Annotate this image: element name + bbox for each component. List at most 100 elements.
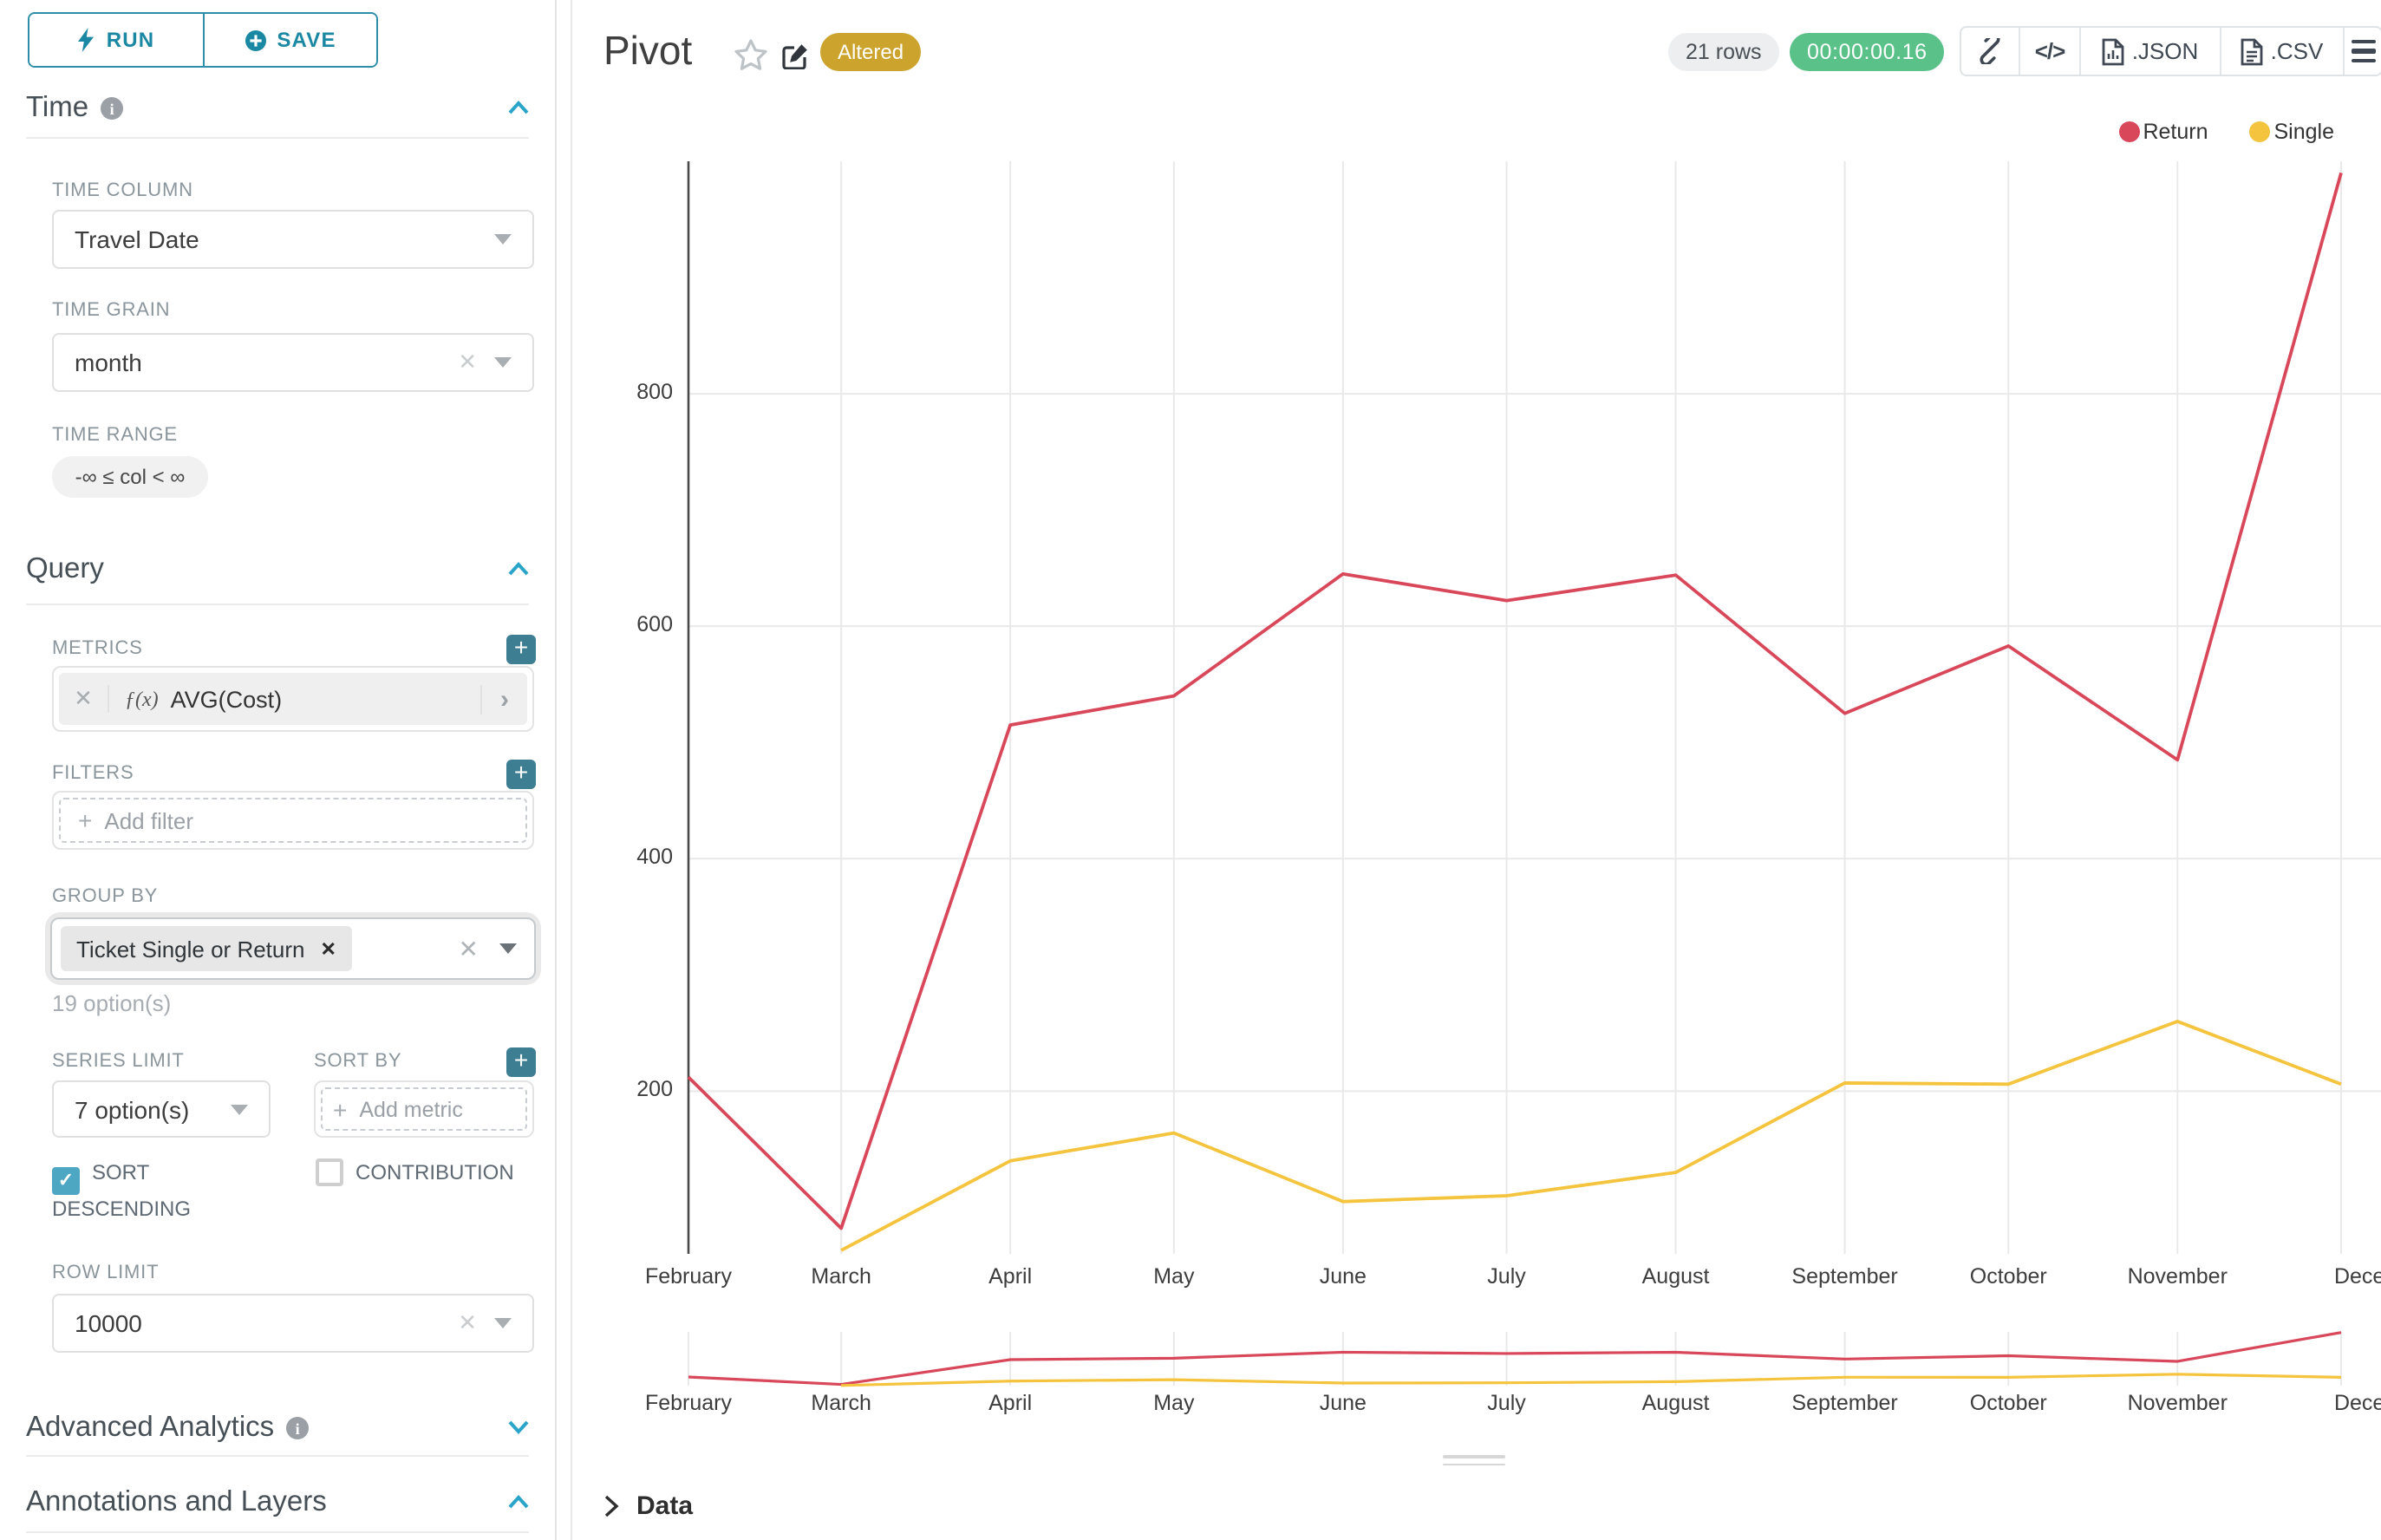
metric-container: ✕ ƒ(x) AVG(Cost) › xyxy=(52,666,534,732)
add-sort-metric-plus-button[interactable]: + xyxy=(506,1047,536,1077)
run-button[interactable]: RUN xyxy=(29,14,202,66)
group-by-label: GROUP BY xyxy=(52,886,158,907)
info-icon: i xyxy=(101,97,123,120)
minimap-month-label: October xyxy=(1970,1391,2047,1415)
metric-pill[interactable]: ✕ ƒ(x) AVG(Cost) › xyxy=(59,673,527,725)
x-axis-month-label: December xyxy=(2334,1264,2381,1289)
run-save-button-group: RUN SAVE xyxy=(28,12,378,68)
plus-icon: + xyxy=(333,1095,347,1123)
y-axis-tick-label: 200 xyxy=(586,1077,673,1101)
row-limit-select[interactable]: 10000 ✕ xyxy=(52,1294,534,1353)
minimap-month-label: August xyxy=(1642,1391,1710,1415)
divider xyxy=(26,1531,529,1533)
filters-label: FILTERS xyxy=(52,763,134,784)
chevron-up-icon[interactable] xyxy=(508,101,529,121)
lightning-icon xyxy=(77,28,96,52)
contribution-option: CONTRIBUTION xyxy=(316,1158,514,1188)
x-axis-month-label: November xyxy=(2128,1264,2228,1289)
time-range-pill[interactable]: -∞ ≤ col < ∞ xyxy=(52,456,208,498)
clear-icon[interactable]: ✕ xyxy=(458,349,477,376)
control-panel-sidebar: RUN SAVE Time i TIME COLUMN Travel Date … xyxy=(0,0,557,1540)
sort-descending-checkbox[interactable]: ✓ xyxy=(52,1167,80,1195)
chevron-down-icon xyxy=(231,1104,248,1114)
chevron-down-icon xyxy=(494,234,512,245)
chart-panel: Pivot Altered 21 rows 00:00:00.16 </> xyxy=(571,0,2381,1540)
series-limit-label: SERIES LIMIT xyxy=(52,1051,185,1072)
chevron-down-icon[interactable] xyxy=(508,1420,529,1441)
x-axis-month-label: September xyxy=(1791,1264,1897,1289)
chevron-right-icon[interactable]: › xyxy=(480,684,527,714)
y-axis-tick-label: 600 xyxy=(586,612,673,636)
chevron-up-icon[interactable] xyxy=(508,1495,529,1516)
chevron-down-icon xyxy=(494,357,512,368)
x-axis-month-label: March xyxy=(811,1264,871,1289)
plus-circle-icon xyxy=(244,29,266,51)
minimap-month-label: September xyxy=(1791,1391,1897,1415)
x-axis-month-label: October xyxy=(1970,1264,2047,1289)
metrics-label: METRICS xyxy=(52,638,143,659)
divider xyxy=(26,137,529,139)
x-axis-month-label: February xyxy=(645,1264,732,1289)
x-axis-month-label: July xyxy=(1487,1264,1525,1289)
group-by-options-hint: 19 option(s) xyxy=(52,990,171,1016)
clear-icon[interactable]: ✕ xyxy=(459,934,479,963)
sort-by-container: + Add metric xyxy=(314,1080,534,1138)
series-line-return xyxy=(688,173,2341,1228)
add-filter-button[interactable]: + Add filter xyxy=(59,798,527,843)
minimap-series-line-single xyxy=(841,1374,2341,1386)
time-range-label: TIME RANGE xyxy=(52,425,178,446)
divider xyxy=(26,604,529,605)
advanced-analytics-section-header[interactable]: Advanced Analytics i xyxy=(26,1412,309,1445)
chevron-right-icon xyxy=(603,1495,619,1517)
add-metric-plus-button[interactable]: + xyxy=(506,635,536,664)
minimap-month-label: February xyxy=(645,1391,732,1415)
sort-by-label: SORT BY xyxy=(314,1051,401,1072)
info-icon: i xyxy=(286,1417,309,1439)
x-axis-month-label: June xyxy=(1320,1264,1367,1289)
series-line-single xyxy=(841,1021,2341,1250)
x-axis-month-label: May xyxy=(1153,1264,1194,1289)
contribution-checkbox[interactable] xyxy=(316,1158,343,1186)
time-grain-select[interactable]: month ✕ xyxy=(52,333,534,392)
group-by-tag: Ticket Single or Return ✕ xyxy=(61,926,352,971)
minimap-month-label: May xyxy=(1153,1391,1194,1415)
time-section-header[interactable]: Time i xyxy=(26,92,123,125)
sort-descending-option: ✓SORT DESCENDING xyxy=(52,1158,222,1224)
query-section-header[interactable]: Query xyxy=(26,553,104,586)
minimap-month-label: July xyxy=(1487,1391,1525,1415)
time-column-label: TIME COLUMN xyxy=(52,180,193,201)
y-axis-tick-label: 800 xyxy=(586,380,673,404)
minimap-month-label: December xyxy=(2334,1391,2381,1415)
add-filter-plus-button[interactable]: + xyxy=(506,760,536,789)
time-column-select[interactable]: Travel Date xyxy=(52,210,534,269)
data-panel-toggle[interactable]: Data xyxy=(603,1491,693,1521)
chevron-up-icon[interactable] xyxy=(508,562,529,583)
row-limit-label: ROW LIMIT xyxy=(52,1263,159,1283)
save-button[interactable]: SAVE xyxy=(202,14,376,66)
line-chart xyxy=(572,0,2381,1540)
plus-icon: + xyxy=(78,806,92,834)
fx-icon: ƒ(x) xyxy=(125,686,159,712)
add-sort-metric-button[interactable]: + Add metric xyxy=(321,1087,527,1131)
minimap-month-label: April xyxy=(988,1391,1032,1415)
panel-resize-handle[interactable] xyxy=(1443,1455,1505,1458)
filters-container: + Add filter xyxy=(52,791,534,850)
y-axis-tick-label: 400 xyxy=(586,845,673,869)
minimap-month-label: November xyxy=(2128,1391,2228,1415)
minimap-month-label: June xyxy=(1320,1391,1367,1415)
remove-metric-icon[interactable]: ✕ xyxy=(59,685,109,713)
divider xyxy=(26,1455,529,1457)
x-axis-month-label: April xyxy=(988,1264,1032,1289)
group-by-select[interactable]: Ticket Single or Return ✕ ✕ xyxy=(45,912,541,985)
series-limit-select[interactable]: 7 option(s) xyxy=(52,1080,271,1138)
chevron-down-icon xyxy=(494,1318,512,1328)
metric-value: AVG(Cost) xyxy=(171,686,283,712)
minimap-month-label: March xyxy=(811,1391,871,1415)
remove-tag-icon[interactable]: ✕ xyxy=(321,937,336,960)
chevron-down-icon[interactable] xyxy=(499,943,517,954)
panel-resize-handle[interactable] xyxy=(1443,1463,1505,1465)
annotations-section-header[interactable]: Annotations and Layers xyxy=(26,1486,327,1519)
x-axis-month-label: August xyxy=(1642,1264,1710,1289)
time-grain-label: TIME GRAIN xyxy=(52,300,170,321)
clear-icon[interactable]: ✕ xyxy=(458,1309,477,1337)
